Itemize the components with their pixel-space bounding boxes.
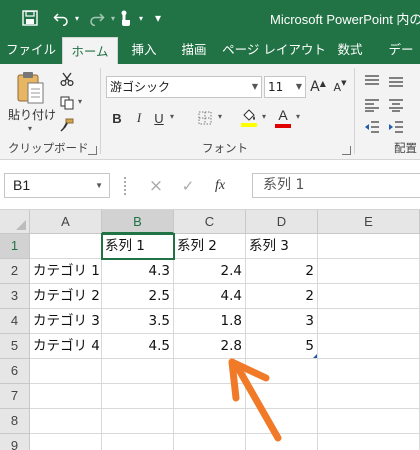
- cell-a9[interactable]: [30, 434, 102, 450]
- cell-a2[interactable]: カテゴリ 1: [30, 259, 102, 284]
- cell-a1[interactable]: [30, 234, 102, 259]
- cell-a3[interactable]: カテゴリ 2: [30, 284, 102, 309]
- cell-a4[interactable]: カテゴリ 3: [30, 309, 102, 334]
- cell-a7[interactable]: [30, 384, 102, 409]
- range-resize-handle[interactable]: [313, 354, 317, 358]
- cell-a6[interactable]: [30, 359, 102, 384]
- cell-a5[interactable]: カテゴリ 4: [30, 334, 102, 359]
- cell-a8[interactable]: [30, 409, 102, 434]
